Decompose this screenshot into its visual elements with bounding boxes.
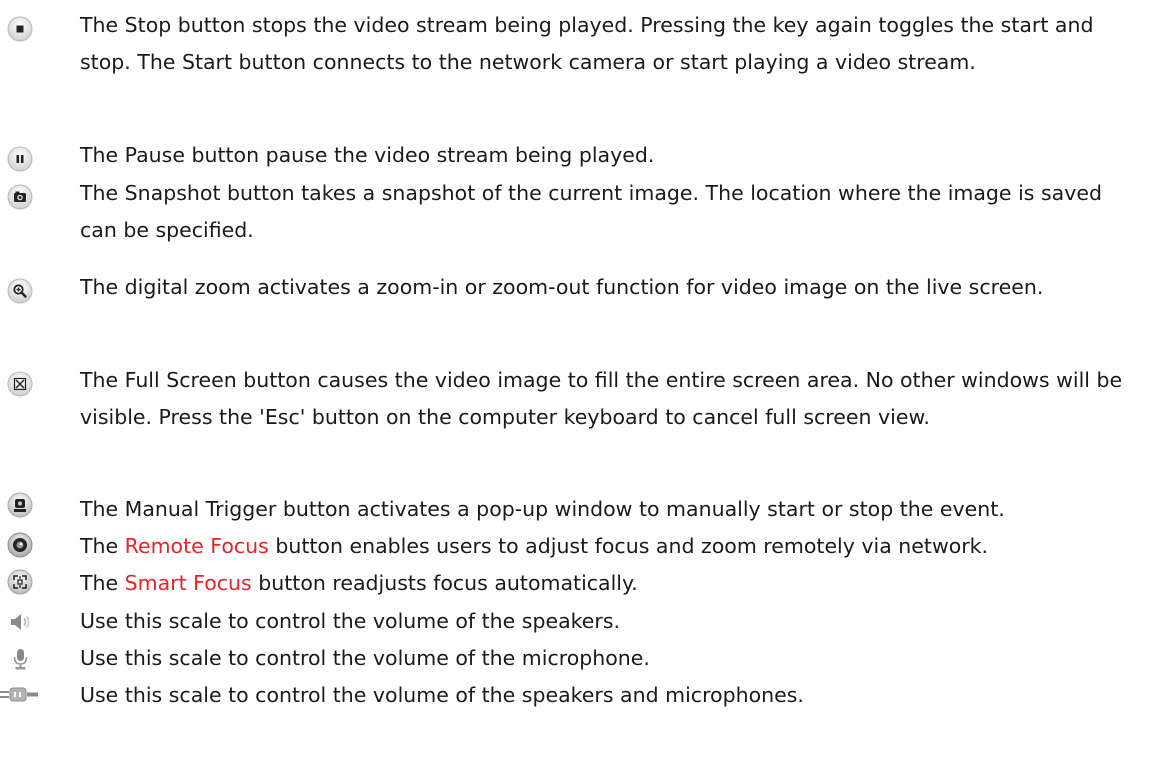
smart-focus-prefix: The bbox=[80, 571, 125, 595]
stop-button-icon bbox=[6, 15, 34, 43]
snapshot-button-description: The Snapshot button takes a snapshot of … bbox=[80, 181, 1102, 242]
stop-button-description: The Stop button stops the video stream b… bbox=[80, 13, 1094, 74]
smart-focus-description: The Smart Focus button readjusts focus a… bbox=[80, 565, 1140, 602]
speaker-microphone-volume-icon bbox=[0, 681, 40, 709]
smart-focus-link[interactable]: Smart Focus bbox=[125, 571, 252, 595]
pause-button-description: The Pause button pause the video stream … bbox=[80, 143, 655, 167]
remote-focus-description: The Remote Focus button enables users to… bbox=[80, 528, 1140, 565]
digital-zoom-icon bbox=[6, 277, 34, 305]
manual-trigger-icon bbox=[6, 491, 34, 519]
remote-focus-icon bbox=[6, 531, 34, 559]
microphone-volume-icon bbox=[6, 645, 34, 673]
remote-focus-prefix: The bbox=[80, 534, 125, 558]
speaker-microphone-volume-description: Use this scale to control the volume of … bbox=[80, 683, 804, 707]
full-screen-description: The Full Screen button causes the video … bbox=[80, 368, 1123, 429]
snapshot-button-icon bbox=[6, 183, 34, 211]
smart-focus-icon bbox=[6, 568, 34, 596]
remote-focus-link[interactable]: Remote Focus bbox=[125, 534, 269, 558]
remote-focus-suffix: button enables users to adjust focus and… bbox=[268, 534, 989, 558]
pause-button-icon bbox=[6, 145, 34, 173]
full-screen-icon bbox=[6, 370, 34, 398]
smart-focus-suffix: button readjusts focus automatically. bbox=[251, 571, 638, 595]
digital-zoom-description: The digital zoom activates a zoom-in or … bbox=[80, 275, 1044, 299]
microphone-volume-description: Use this scale to control the volume of … bbox=[80, 646, 650, 670]
speaker-volume-icon bbox=[6, 608, 34, 636]
manual-trigger-description: The Manual Trigger button activates a po… bbox=[80, 497, 1005, 521]
speaker-volume-description: Use this scale to control the volume of … bbox=[80, 609, 621, 633]
